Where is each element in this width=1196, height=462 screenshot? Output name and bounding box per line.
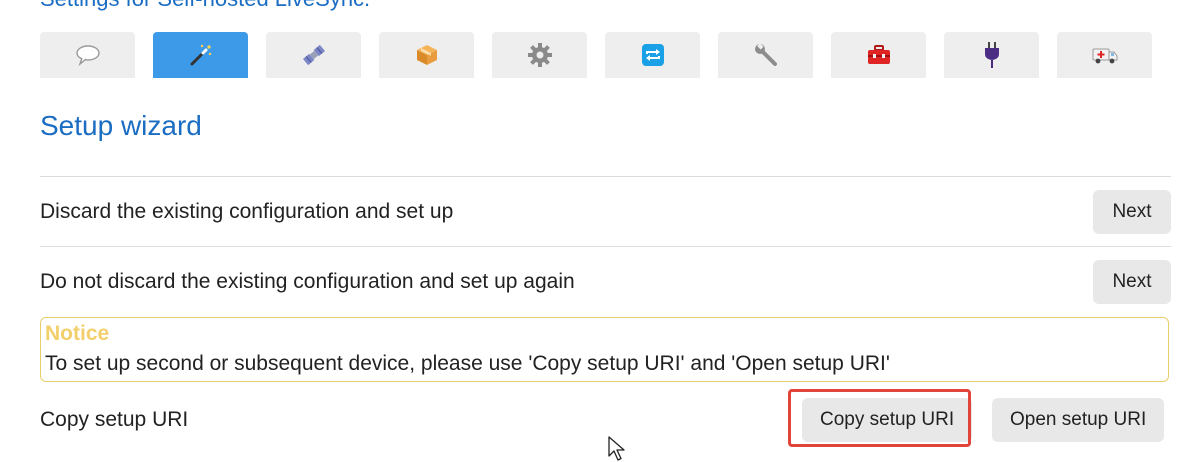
- notice-box: Notice To set up second or subsequent de…: [40, 317, 1169, 382]
- package-icon: [416, 45, 437, 65]
- notice-title: Notice: [45, 322, 110, 345]
- divider: [40, 246, 1171, 247]
- tab-sync[interactable]: [605, 32, 700, 78]
- tab-toolbox[interactable]: [831, 32, 926, 78]
- tab-package[interactable]: [379, 32, 474, 78]
- toolbox-icon: [867, 45, 890, 64]
- wrench-icon: [754, 43, 777, 66]
- speech-bubble-icon: [75, 45, 100, 66]
- tab-general[interactable]: [40, 32, 135, 78]
- tab-tools[interactable]: [718, 32, 813, 78]
- ambulance-icon: [1092, 48, 1117, 64]
- keep-setup-next-button[interactable]: Next: [1093, 260, 1171, 304]
- gear-icon: [527, 43, 552, 67]
- copy-setup-uri-label: Copy setup URI: [40, 408, 189, 431]
- discard-setup-next-button[interactable]: Next: [1093, 190, 1171, 234]
- settings-header-title: Settings for Self-hosted LiveSync.: [40, 0, 370, 12]
- satellite-icon: [302, 44, 325, 66]
- discard-setup-label: Discard the existing configuration and s…: [40, 200, 454, 223]
- plug-icon: [984, 42, 999, 68]
- open-setup-uri-button[interactable]: Open setup URI: [992, 398, 1165, 442]
- tab-settings[interactable]: [492, 32, 587, 78]
- notice-text: To set up second or subsequent device, p…: [45, 352, 890, 375]
- tab-plugins[interactable]: [944, 32, 1039, 78]
- tab-hatch[interactable]: [1057, 32, 1152, 78]
- sync-icon: [641, 44, 664, 66]
- copy-setup-uri-button[interactable]: Copy setup URI: [802, 398, 973, 442]
- divider: [40, 176, 1171, 177]
- keep-setup-label: Do not discard the existing configuratio…: [40, 270, 575, 293]
- section-title-setup-wizard: Setup wizard: [40, 110, 202, 141]
- tab-setup-wizard[interactable]: [153, 32, 248, 78]
- tab-remote[interactable]: [266, 32, 361, 78]
- magic-wand-icon: [190, 44, 211, 66]
- mouse-cursor-icon: [608, 436, 625, 461]
